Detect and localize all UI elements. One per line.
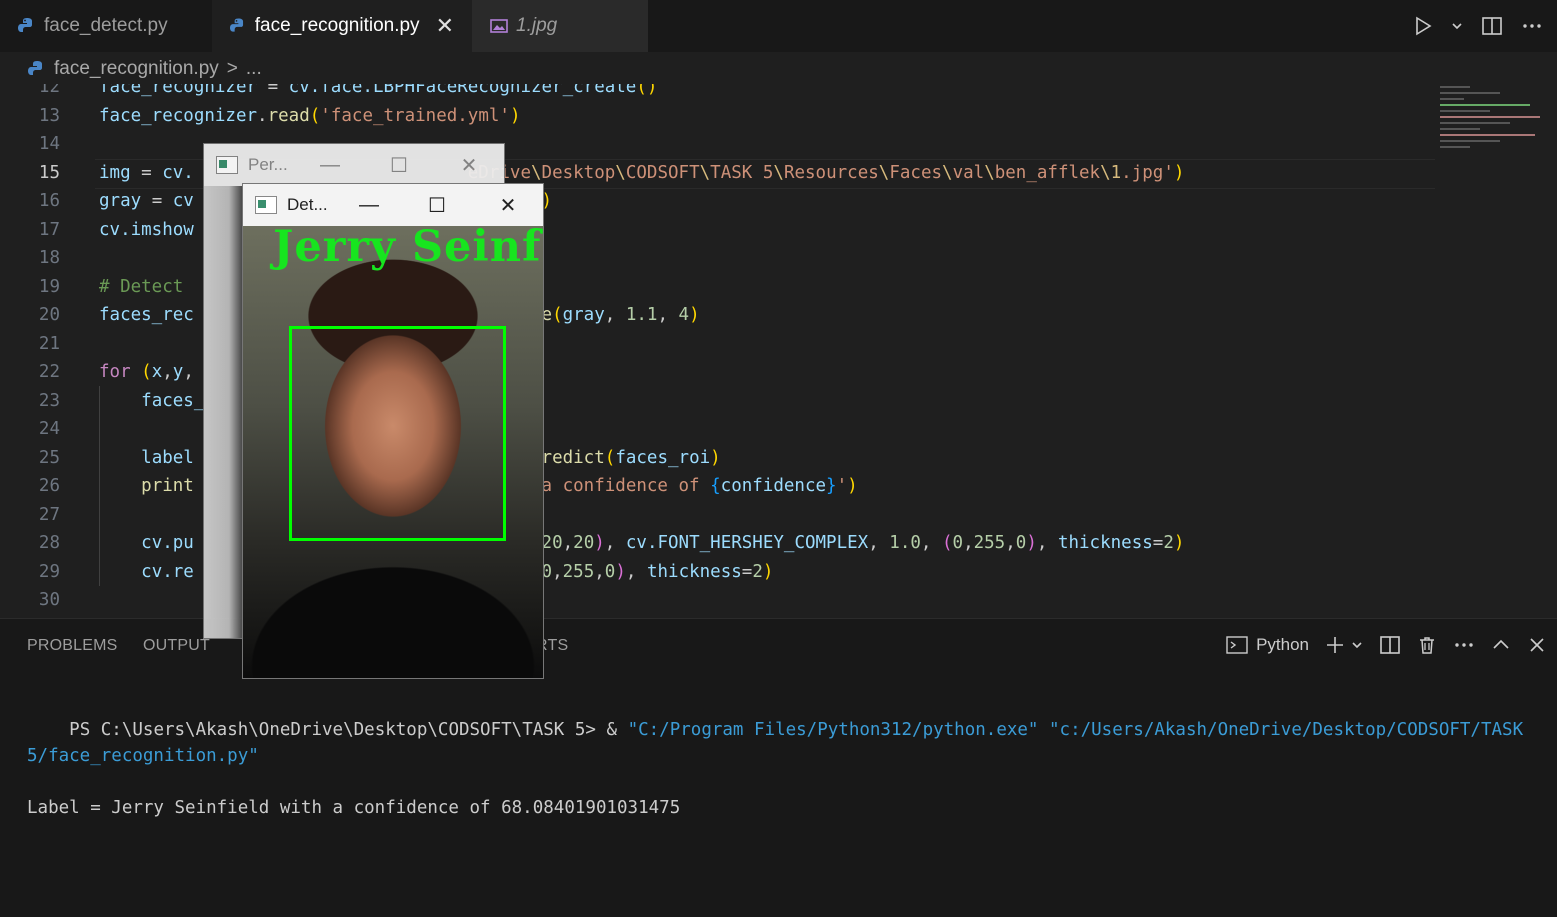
prediction-label: Jerry Seinfield [273, 226, 543, 272]
line-number: 26 [38, 476, 60, 496]
code-text: cv.imshow [99, 219, 194, 240]
indent-guide [99, 386, 100, 586]
python-icon [18, 18, 32, 32]
window-titlebar[interactable]: Per... — ☐ ✕ [204, 144, 504, 186]
line-number: 27 [38, 504, 60, 525]
line-number: 19 [38, 276, 60, 297]
close-icon[interactable] [1527, 635, 1547, 655]
line-number: 21 [38, 333, 60, 354]
line-number: 28 [38, 533, 60, 553]
split-terminal-icon[interactable] [1379, 635, 1401, 655]
line-number: 13 [38, 105, 60, 126]
tab-face-recognition[interactable]: face_recognition.py ✕ [212, 0, 472, 52]
tab-image-1jpg[interactable]: 1.jpg [472, 0, 648, 52]
app-icon [216, 156, 238, 174]
tab-label: face_detect.py [44, 15, 168, 36]
plus-icon[interactable] [1325, 635, 1345, 655]
window-titlebar[interactable]: Det... — ☐ ✕ [243, 184, 543, 226]
chevron-up-icon[interactable] [1491, 635, 1511, 655]
code-line[interactable]: 13 face_recognizer.read('face_trained.yml… [0, 102, 1440, 130]
run-icon[interactable] [1413, 16, 1433, 36]
line-number: 17 [38, 219, 60, 240]
maximize-button[interactable]: ☐ [379, 144, 419, 186]
code-text: face_recognizer = cv.face.LBPHFaceRecogn… [99, 84, 658, 97]
window-title: Det... [287, 195, 328, 214]
python-icon [230, 18, 244, 32]
line-number: 18 [38, 248, 60, 268]
line-number: 29 [38, 561, 60, 582]
chevron-down-icon[interactable] [1351, 635, 1363, 655]
terminal-output[interactable]: PS C:\Users\Akash\OneDrive\Desktop\CODSO… [27, 691, 1547, 873]
code-line[interactable]: 12 face_recognizer = cv.face.LBPHFaceReco… [0, 84, 1440, 101]
tab-output[interactable]: OUTPUT [143, 637, 210, 655]
terminal-prompt: PS C:\Users\Akash\OneDrive\Desktop\CODSO… [69, 720, 628, 740]
more-icon[interactable] [1453, 635, 1475, 655]
detected-face-image: Jerry Seinfield [243, 226, 543, 678]
line-number: 23 [38, 390, 60, 411]
line-number: 12 [38, 84, 60, 97]
line-number: 14 [38, 134, 60, 154]
close-icon[interactable]: ✕ [436, 13, 454, 39]
face-bounding-box [289, 326, 506, 541]
tab-label: 1.jpg [516, 15, 558, 36]
minimize-button[interactable]: — [310, 144, 350, 186]
opencv-window-detected[interactable]: Det... — ☐ ✕ Jerry Seinfield [243, 184, 543, 678]
code-text: face_recognizer.read('face_trained.yml') [99, 105, 521, 126]
terminal-result-line: Label = Jerry Seinfield with a confidenc… [27, 798, 681, 818]
tab-face-detect[interactable]: face_detect.py [0, 0, 211, 52]
line-number: 25 [38, 447, 60, 468]
breadcrumb: face_recognition.py > ... [0, 52, 1557, 86]
window-title: Per... [248, 155, 288, 174]
minimize-button[interactable]: — [349, 184, 389, 226]
minimap[interactable] [1440, 84, 1550, 164]
split-editor-icon[interactable] [1481, 16, 1503, 36]
editor-tab-bar: face_detect.py face_recognition.py ✕ 1.j… [0, 0, 1557, 52]
breadcrumb-file[interactable]: face_recognition.py [54, 58, 219, 80]
image-icon [490, 19, 508, 33]
editor-actions [1413, 0, 1557, 52]
code-text: faces_ [141, 390, 205, 411]
maximize-button[interactable]: ☐ [417, 184, 457, 226]
close-button[interactable]: ✕ [449, 144, 489, 186]
line-number: 24 [38, 419, 60, 439]
tab-label: face_recognition.py [254, 15, 420, 36]
terminal-exe-path: "C:/Program Files/Python312/python.exe" [627, 720, 1049, 740]
terminal-icon [1226, 636, 1248, 654]
tab-problems[interactable]: PROBLEMS [27, 637, 118, 655]
breadcrumb-symbols[interactable]: ... [246, 58, 262, 80]
line-number: 15 [38, 162, 60, 183]
python-icon [28, 61, 42, 75]
app-icon [255, 196, 277, 214]
bottom-panel: PROBLEMS OUTPUT RTS Python PS C:\Users\A… [0, 618, 1557, 917]
trash-icon[interactable] [1417, 635, 1437, 655]
terminal-actions: Python [1226, 627, 1547, 663]
code-text: # Detect [99, 276, 184, 297]
code-text: for (x,y, [99, 362, 194, 382]
close-button[interactable]: ✕ [488, 184, 528, 226]
line-number: 20 [38, 305, 60, 325]
terminal-shell-name[interactable]: Python [1256, 635, 1309, 655]
chevron-down-icon[interactable] [1451, 16, 1463, 36]
line-number: 30 [38, 590, 60, 610]
line-number: 16 [38, 191, 60, 211]
more-icon[interactable] [1521, 16, 1543, 36]
breadcrumb-separator: > [226, 58, 238, 79]
line-number: 22 [38, 362, 60, 382]
